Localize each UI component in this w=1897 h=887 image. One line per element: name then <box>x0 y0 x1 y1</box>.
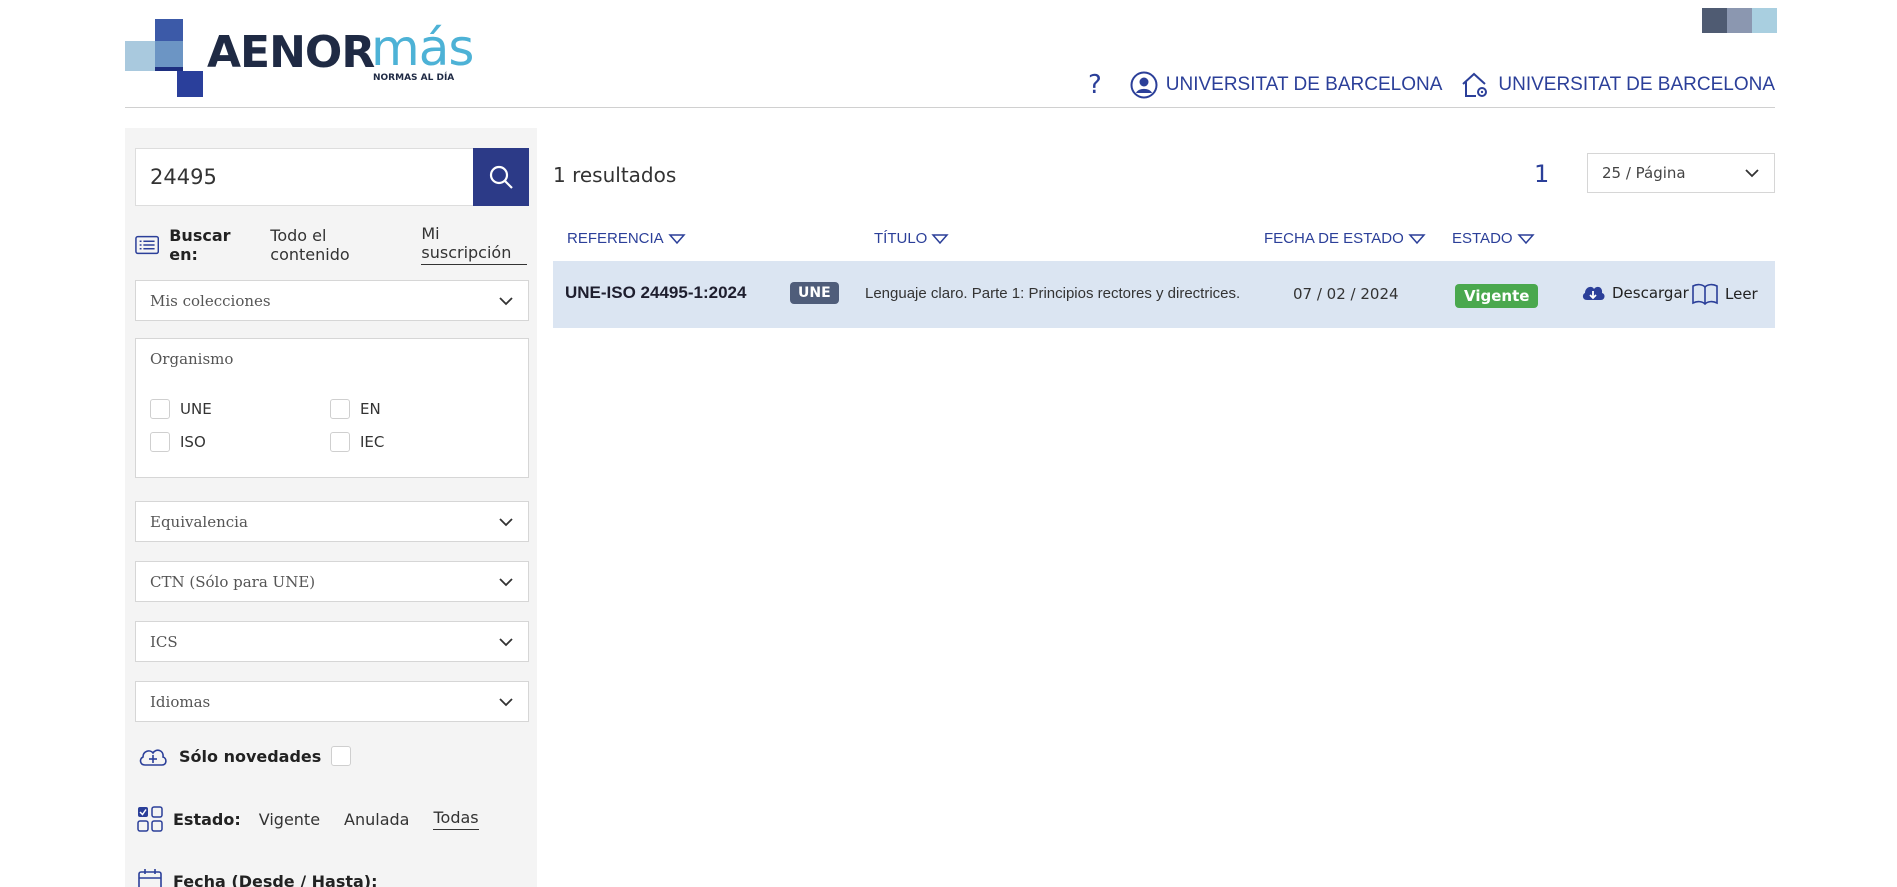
search-button[interactable] <box>473 148 529 206</box>
institution-name: UNIVERSITAT DE BARCELONA <box>1498 74 1775 95</box>
scope-option-all[interactable]: Todo el contenido <box>270 226 401 264</box>
chevron-down-icon <box>1745 169 1759 178</box>
fecha-filter: Fecha (Desde / Hasta): <box>137 868 378 887</box>
idiomas-label: Idiomas <box>150 692 211 711</box>
option-label: UNE <box>180 400 212 418</box>
checkbox[interactable] <box>150 432 170 452</box>
user-icon <box>1130 71 1158 99</box>
results-count: 1 resultados <box>553 163 677 187</box>
institution-home-link[interactable]: UNIVERSITAT DE BARCELONA <box>1460 71 1775 99</box>
sort-triangle-icon <box>1408 233 1426 244</box>
estado-option-anulada[interactable]: Anulada <box>344 810 409 829</box>
user-name: UNIVERSITAT DE BARCELONA <box>1165 74 1443 95</box>
result-date: 07 / 02 / 2024 <box>1293 285 1399 303</box>
cloud-download-icon <box>1582 286 1605 300</box>
novedades-label: Sólo novedades <box>179 746 322 766</box>
column-label: TÍTULO <box>874 230 928 247</box>
aenor-mas-logo[interactable]: AENOR más NORMAS AL DÍA <box>125 19 474 97</box>
collections-dropdown[interactable]: Mis colecciones <box>135 280 529 321</box>
user-account-link[interactable]: UNIVERSITAT DE BARCELONA <box>1130 71 1443 99</box>
equivalencia-label: Equivalencia <box>150 512 248 531</box>
ics-dropdown[interactable]: ICS <box>135 621 529 662</box>
book-open-icon <box>1692 283 1718 305</box>
organismo-option-iec[interactable]: IEC <box>330 432 384 452</box>
per-page-select[interactable]: 25 / Página <box>1587 153 1775 193</box>
read-button[interactable]: Leer <box>1691 283 1758 305</box>
organismo-option-une[interactable]: UNE <box>150 399 212 419</box>
header-divider <box>125 107 1775 108</box>
column-label: ESTADO <box>1452 230 1513 247</box>
ctn-label: CTN (Sólo para UNE) <box>150 572 316 591</box>
calendar-icon <box>138 869 162 887</box>
status-badge: Vigente <box>1455 284 1539 308</box>
help-button[interactable]: ? <box>1088 70 1102 100</box>
result-title[interactable]: Lenguaje claro. Parte 1: Principios rect… <box>865 285 1240 302</box>
top-nav: ? UNIVERSITAT DE BARCELONA UNIVERSITAT D… <box>1088 70 1775 100</box>
download-button[interactable]: Descargar <box>1580 283 1689 303</box>
logo-accent: más <box>371 19 474 77</box>
result-reference[interactable]: UNE-ISO 24495-1:2024 <box>565 283 746 303</box>
chevron-down-icon <box>499 517 513 526</box>
novedades-filter: Sólo novedades <box>137 744 352 768</box>
estado-option-todas[interactable]: Todas <box>433 808 479 830</box>
checkbox[interactable] <box>330 432 350 452</box>
chevron-down-icon <box>499 296 513 305</box>
chevron-down-icon <box>499 637 513 646</box>
estado-label: Estado: <box>173 809 241 829</box>
checkbox[interactable] <box>150 399 170 419</box>
ics-label: ICS <box>150 632 178 651</box>
column-label: FECHA DE ESTADO <box>1264 230 1404 247</box>
checkbox[interactable] <box>330 399 350 419</box>
option-label: EN <box>360 400 381 418</box>
search-scope: Buscar en: Todo el contenido Mi suscripc… <box>135 224 537 265</box>
brand-color-blocks <box>1702 8 1777 33</box>
read-label: Leer <box>1725 285 1758 303</box>
grid-check-icon <box>137 806 163 832</box>
search-scope-label: Buscar en: <box>169 225 231 264</box>
column-header-estado[interactable]: ESTADO <box>1452 230 1535 247</box>
column-header-referencia[interactable]: REFERENCIA <box>567 230 686 247</box>
logo-tagline: NORMAS AL DÍA <box>373 73 455 83</box>
organismo-option-iso[interactable]: ISO <box>150 432 206 452</box>
column-header-fecha[interactable]: FECHA DE ESTADO <box>1264 230 1426 247</box>
estado-option-vigente[interactable]: Vigente <box>259 810 320 829</box>
ctn-dropdown[interactable]: CTN (Sólo para UNE) <box>135 561 529 602</box>
chevron-down-icon <box>499 697 513 706</box>
sort-triangle-icon <box>1516 233 1535 244</box>
estado-filter: Estado: Vigente Anulada Todas <box>137 806 493 832</box>
result-row[interactable]: UNE-ISO 24495-1:2024 UNE Lenguaje claro.… <box>553 261 1775 328</box>
idiomas-dropdown[interactable]: Idiomas <box>135 681 529 722</box>
fecha-label: Fecha (Desde / Hasta): <box>173 871 378 887</box>
chevron-down-icon <box>499 577 513 586</box>
column-header-titulo[interactable]: TÍTULO <box>874 230 949 247</box>
download-label: Descargar <box>1612 284 1689 302</box>
list-icon <box>135 235 160 254</box>
option-label: IEC <box>360 433 385 451</box>
novedades-checkbox[interactable] <box>331 746 352 766</box>
column-label: REFERENCIA <box>567 230 664 247</box>
cloud-plus-icon <box>139 749 167 766</box>
sort-triangle-icon <box>931 233 949 244</box>
pagination-current-page[interactable]: 1 <box>1534 160 1549 188</box>
organismo-filter: Organismo UNE EN ISO IEC <box>135 338 529 478</box>
option-label: ISO <box>180 433 206 451</box>
sort-triangle-icon <box>668 233 686 244</box>
home-settings-icon <box>1462 72 1488 97</box>
organismo-badge: UNE <box>790 282 839 304</box>
per-page-value: 25 / Página <box>1602 164 1686 182</box>
organismo-title: Organismo <box>150 350 234 368</box>
search-input[interactable]: 24495 <box>135 148 473 206</box>
logo-brand: AENOR <box>207 27 375 78</box>
scope-option-subscription[interactable]: Mi suscripción <box>421 224 527 265</box>
filters-sidebar: 24495 Buscar en: Todo el contenido Mi su… <box>125 128 537 887</box>
organismo-option-en[interactable]: EN <box>330 399 381 419</box>
collections-label: Mis colecciones <box>150 291 271 310</box>
equivalencia-dropdown[interactable]: Equivalencia <box>135 501 529 542</box>
search-icon <box>489 165 513 189</box>
